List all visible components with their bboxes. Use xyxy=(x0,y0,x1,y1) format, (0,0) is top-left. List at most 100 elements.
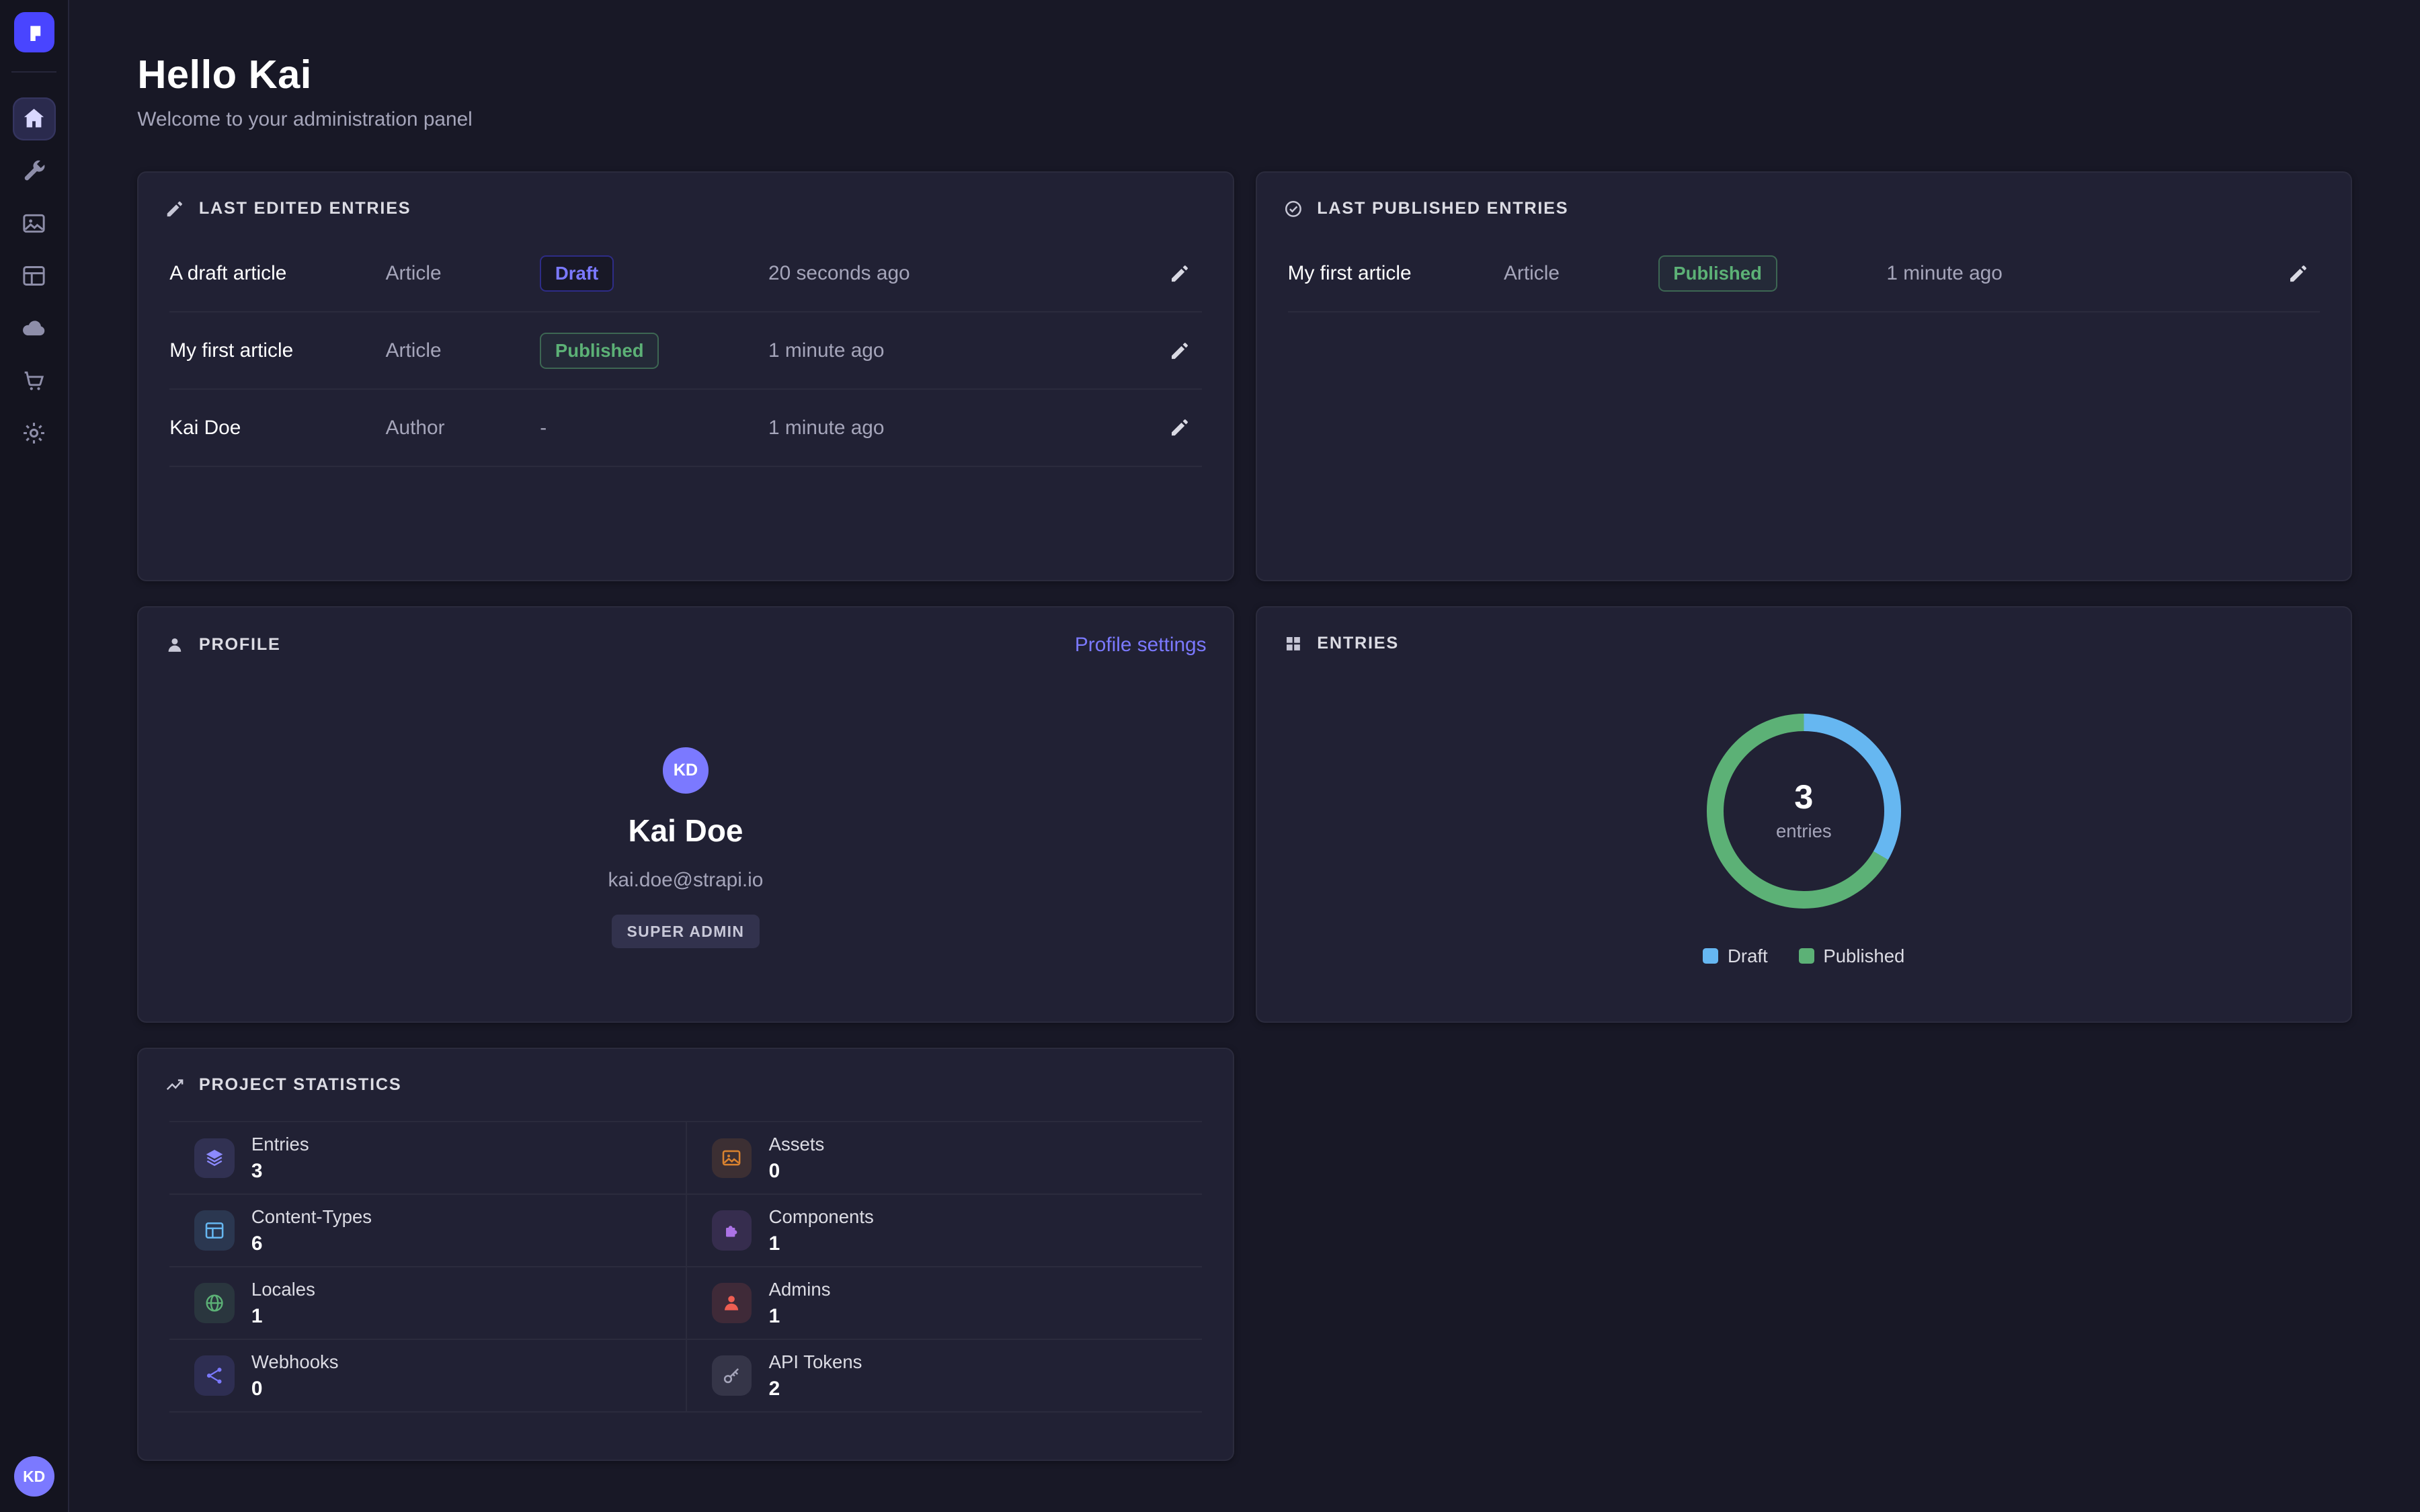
status-badge: Published xyxy=(540,333,659,369)
profile-settings-link[interactable]: Profile settings xyxy=(1075,634,1207,657)
page-title: Hello Kai xyxy=(137,51,2352,97)
legend-item-draft: Draft xyxy=(1703,946,1767,967)
entry-time: 1 minute ago xyxy=(1886,262,2276,285)
card-header: LAST PUBLISHED ENTRIES xyxy=(1257,173,2351,236)
content-types-layout-icon xyxy=(194,1210,235,1251)
legend-item-published: Published xyxy=(1799,946,1905,967)
wrench-icon xyxy=(21,158,47,184)
stat-value: 0 xyxy=(251,1378,339,1400)
sidebar: KD xyxy=(0,0,69,1512)
status-badge: Published xyxy=(1658,255,1777,292)
role-badge: SUPER ADMIN xyxy=(612,915,760,948)
home-icon xyxy=(21,106,47,132)
page-subtitle: Welcome to your administration panel xyxy=(137,108,2352,131)
card-header: PROJECT STATISTICS xyxy=(138,1049,1232,1112)
card-title: LAST PUBLISHED ENTRIES xyxy=(1317,199,1568,218)
card-header: LAST EDITED ENTRIES xyxy=(138,173,1232,236)
entries-body: 3 entries Draft Published xyxy=(1257,671,2351,967)
grid-icon xyxy=(1283,634,1303,654)
stat-webhooks: Webhooks 0 xyxy=(169,1340,686,1413)
entry-time: 20 seconds ago xyxy=(768,262,1158,285)
sidebar-item-media-library[interactable] xyxy=(13,202,56,245)
stat-value: 6 xyxy=(251,1232,372,1255)
profile-body: KD Kai Doe kai.doe@strapi.io SUPER ADMIN xyxy=(138,673,1232,948)
stat-label: Webhooks xyxy=(251,1351,339,1373)
sidebar-item-content-manager[interactable] xyxy=(13,150,56,193)
settings-gear-icon xyxy=(21,420,47,446)
stat-label: API Tokens xyxy=(769,1351,862,1373)
webhooks-share-icon xyxy=(194,1355,235,1396)
sidebar-item-cloud[interactable] xyxy=(13,307,56,350)
stat-value: 0 xyxy=(769,1160,825,1183)
check-circle-icon xyxy=(1283,199,1303,219)
published-swatch xyxy=(1799,948,1814,964)
stat-value: 1 xyxy=(769,1232,874,1255)
table-row: My first article Article Published 1 min… xyxy=(1288,236,2320,313)
edit-entry-button[interactable] xyxy=(1158,252,1201,295)
card-header: ENTRIES xyxy=(1257,607,2351,671)
marketplace-cart-icon xyxy=(21,368,47,394)
page-header: Hello Kai Welcome to your administration… xyxy=(137,51,2352,131)
sidebar-item-home[interactable] xyxy=(13,97,56,140)
legend-label: Published xyxy=(1823,946,1904,967)
content-type-builder-icon xyxy=(21,263,47,289)
stat-label: Assets xyxy=(769,1134,825,1155)
table-row: My first article Article Published 1 min… xyxy=(169,312,1201,390)
entries-count: 3 xyxy=(1794,780,1813,814)
entries-layers-icon xyxy=(194,1138,235,1179)
locales-globe-icon xyxy=(194,1283,235,1323)
table-row: A draft article Article Draft 20 seconds… xyxy=(169,236,1201,313)
edit-entry-button[interactable] xyxy=(1158,406,1201,449)
entry-type: Article xyxy=(386,262,540,285)
cloud-icon xyxy=(21,315,47,341)
legend-label: Draft xyxy=(1728,946,1768,967)
last-published-entries-card: LAST PUBLISHED ENTRIES My first article … xyxy=(1256,171,2352,582)
stat-locales: Locales 1 xyxy=(169,1267,686,1340)
entry-type: Article xyxy=(386,339,540,362)
dashboard-grid: LAST EDITED ENTRIES A draft article Arti… xyxy=(137,171,2352,1461)
entry-type: Article xyxy=(1504,262,1658,285)
stat-content-types: Content-Types 6 xyxy=(169,1195,686,1267)
stat-admins: Admins1 xyxy=(686,1267,1202,1340)
api-tokens-key-icon xyxy=(712,1355,752,1396)
trending-up-icon xyxy=(165,1075,185,1095)
stat-assets: Assets 0 xyxy=(686,1122,1202,1195)
assets-image-icon xyxy=(712,1138,752,1179)
profile-name: Kai Doe xyxy=(628,812,743,849)
pencil-icon xyxy=(165,199,185,219)
stat-value: 3 xyxy=(251,1160,309,1183)
donut-center: 3 entries xyxy=(1724,731,1884,892)
table-row: Kai Doe Author - 1 minute ago xyxy=(169,390,1201,467)
project-statistics-card: PROJECT STATISTICS Entries 3 Assets 0 xyxy=(137,1048,1234,1461)
sidebar-item-settings[interactable] xyxy=(13,412,56,455)
edit-entry-button[interactable] xyxy=(2277,252,2320,295)
stat-label: Content-Types xyxy=(251,1206,372,1228)
media-library-icon xyxy=(21,210,47,237)
entry-name: A draft article xyxy=(169,262,385,285)
card-title: LAST EDITED ENTRIES xyxy=(199,199,411,218)
entries-count-label: entries xyxy=(1776,821,1832,842)
sidebar-item-content-type-builder[interactable] xyxy=(13,255,56,298)
entry-name: My first article xyxy=(169,339,385,362)
stat-components: Components1 xyxy=(686,1195,1202,1267)
profile-avatar: KD xyxy=(663,747,709,794)
entry-type: Author xyxy=(386,417,540,439)
stat-value: 2 xyxy=(769,1378,862,1400)
sidebar-item-marketplace[interactable] xyxy=(13,360,56,403)
last-edited-entries-card: LAST EDITED ENTRIES A draft article Arti… xyxy=(137,171,1234,582)
card-title: ENTRIES xyxy=(1317,634,1399,653)
stat-value: 1 xyxy=(251,1305,315,1328)
card-title: PROFILE xyxy=(199,635,281,655)
stat-label: Entries xyxy=(251,1134,309,1155)
entries-donut: 3 entries xyxy=(1707,714,1901,908)
user-avatar[interactable]: KD xyxy=(14,1456,54,1497)
entries-card: ENTRIES 3 entries Draft xyxy=(1256,606,2352,1023)
draft-swatch xyxy=(1703,948,1718,964)
stat-label: Locales xyxy=(251,1279,315,1300)
entry-name: Kai Doe xyxy=(169,417,385,439)
card-header: PROFILE Profile settings xyxy=(138,607,1232,673)
edit-entry-button[interactable] xyxy=(1158,329,1201,372)
stat-api-tokens: API Tokens 2 xyxy=(686,1340,1202,1413)
card-title: PROJECT STATISTICS xyxy=(199,1075,402,1095)
components-puzzle-icon xyxy=(712,1210,752,1251)
